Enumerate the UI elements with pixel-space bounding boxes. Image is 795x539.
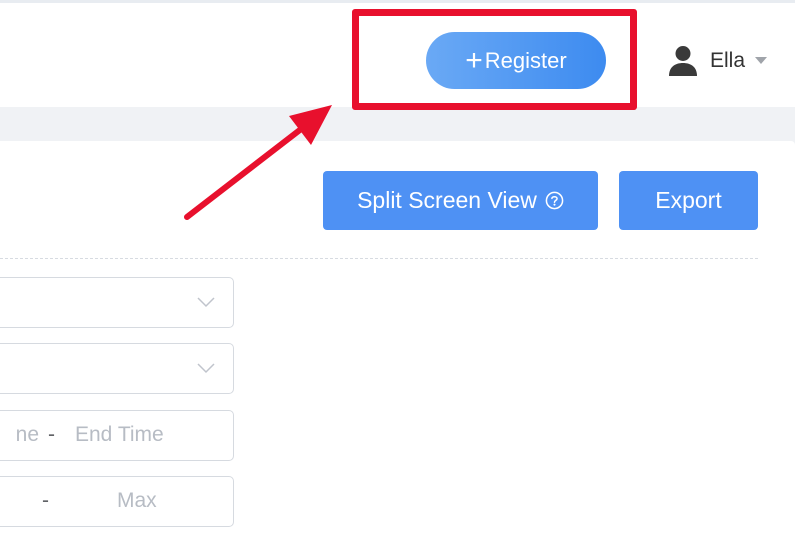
number-range-input[interactable]: - Max xyxy=(0,476,234,527)
caret-down-icon xyxy=(755,57,768,64)
range-separator: - xyxy=(48,423,55,446)
split-screen-view-label: Split Screen View xyxy=(357,187,537,213)
export-button-label: Export xyxy=(655,187,722,213)
end-time-placeholder[interactable]: End Time xyxy=(75,411,164,459)
annotation-highlight-box xyxy=(352,9,637,110)
chevron-down-icon xyxy=(197,363,215,374)
export-button[interactable]: Export xyxy=(619,171,758,230)
filter-select-2[interactable] xyxy=(0,343,234,394)
dashed-divider xyxy=(0,258,758,259)
user-menu[interactable]: Ella xyxy=(668,43,768,79)
filter-select-1[interactable] xyxy=(0,277,234,328)
user-name: Ella xyxy=(710,49,746,72)
range-separator: - xyxy=(42,489,49,512)
chevron-down-icon xyxy=(197,297,215,308)
user-icon xyxy=(669,46,697,76)
split-screen-view-button[interactable]: Split Screen View xyxy=(323,171,598,230)
start-time-placeholder[interactable]: ne xyxy=(1,411,39,459)
question-circle-icon xyxy=(545,191,564,210)
time-range-picker[interactable]: ne - End Time xyxy=(0,410,234,461)
max-input-placeholder[interactable]: Max xyxy=(117,477,157,525)
